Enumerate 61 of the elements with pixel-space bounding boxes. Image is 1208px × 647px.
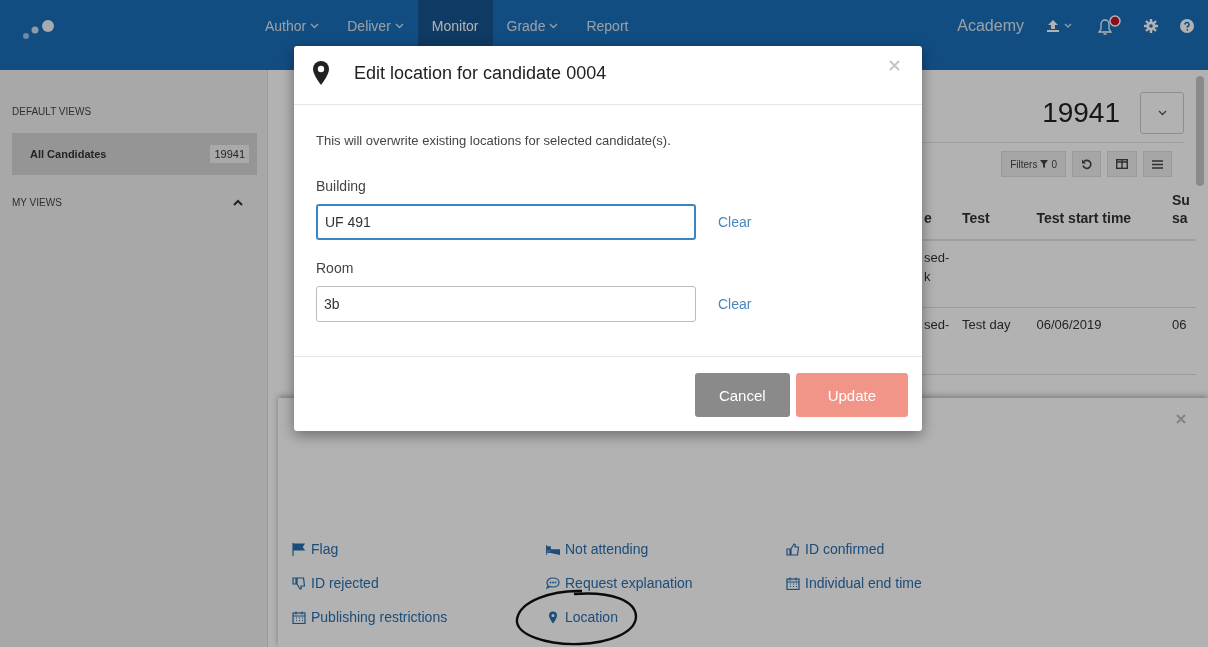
caret-icon [549, 23, 559, 29]
action-link[interactable]: ID confirmed [786, 541, 885, 557]
calendar-icon [292, 610, 306, 624]
menu-icon [1152, 159, 1163, 169]
action-label: Location [565, 609, 618, 625]
action-label: Flag [311, 541, 339, 557]
view-label: All Candidates [30, 148, 107, 160]
column-header[interactable]: Test start time [1032, 185, 1168, 241]
reset-button[interactable] [1072, 151, 1101, 177]
menu-button[interactable] [1143, 151, 1172, 177]
section-heading: DEFAULT VIEWS [12, 106, 93, 117]
columns-icon [1116, 159, 1128, 169]
thumbs-up-icon [786, 542, 800, 556]
thumbs-down-icon [292, 576, 306, 590]
map-pin-icon [312, 60, 330, 86]
count-badge: 19941 [210, 145, 249, 163]
upload-icon[interactable] [1046, 19, 1074, 33]
text-field[interactable]: 3b [316, 286, 696, 322]
settings-icon[interactable] [1144, 19, 1158, 33]
caret-icon [1157, 110, 1167, 116]
cancel-button[interactable]: Cancel [694, 373, 790, 417]
caret-icon [310, 23, 320, 29]
table-cell: sed- [924, 317, 950, 333]
section-heading: MY VIEWS [12, 197, 62, 208]
column-header[interactable]: Su sa [1168, 185, 1196, 241]
calendar-icon [786, 576, 800, 590]
clear-link[interactable]: Clear [718, 214, 752, 230]
clear-link[interactable]: Clear [718, 296, 752, 312]
undo-icon [1081, 158, 1092, 170]
funnel-icon [1040, 160, 1049, 168]
flag-icon [292, 542, 306, 556]
action-label: ID rejected [311, 575, 379, 591]
table-cell: 06/06/2019 [1036, 317, 1102, 333]
action-link[interactable]: ID rejected [292, 575, 379, 591]
bed-icon [546, 542, 560, 556]
view-item[interactable]: All Candidates 19941 [12, 133, 257, 175]
action-link[interactable]: Flag [292, 541, 339, 557]
academy-link[interactable]: Academy [957, 17, 1024, 35]
bell-icon[interactable] [1096, 15, 1122, 37]
action-link[interactable]: Not attending [546, 541, 649, 557]
field-label: Building [316, 178, 367, 194]
scrollbar[interactable] [1196, 76, 1204, 186]
table-cell: 06 [1172, 317, 1187, 333]
map-pin-icon [546, 610, 560, 624]
table-cell: sed- k [924, 250, 950, 284]
action-label: Not attending [565, 541, 649, 557]
speech-bubble-icon [546, 576, 560, 590]
logo-dots-icon[interactable] [22, 19, 56, 41]
table-cell: Test day [962, 317, 1011, 333]
action-label: ID confirmed [805, 541, 885, 557]
filters-button[interactable]: Filters 0 [1001, 151, 1066, 177]
text-field[interactable]: UF 491 [316, 204, 696, 240]
action-link[interactable]: Location [546, 609, 618, 625]
total-count: 19941 [1042, 97, 1120, 129]
columns-button[interactable] [1107, 151, 1137, 177]
caret-icon [394, 23, 404, 29]
field-label: Room [316, 260, 355, 276]
dialog-message: This will overwrite existing locations for selected candidate(s). [316, 133, 672, 148]
caret-up-icon[interactable] [233, 199, 243, 206]
column-header[interactable]: Test [958, 185, 1033, 241]
help-icon[interactable] [1180, 19, 1194, 33]
